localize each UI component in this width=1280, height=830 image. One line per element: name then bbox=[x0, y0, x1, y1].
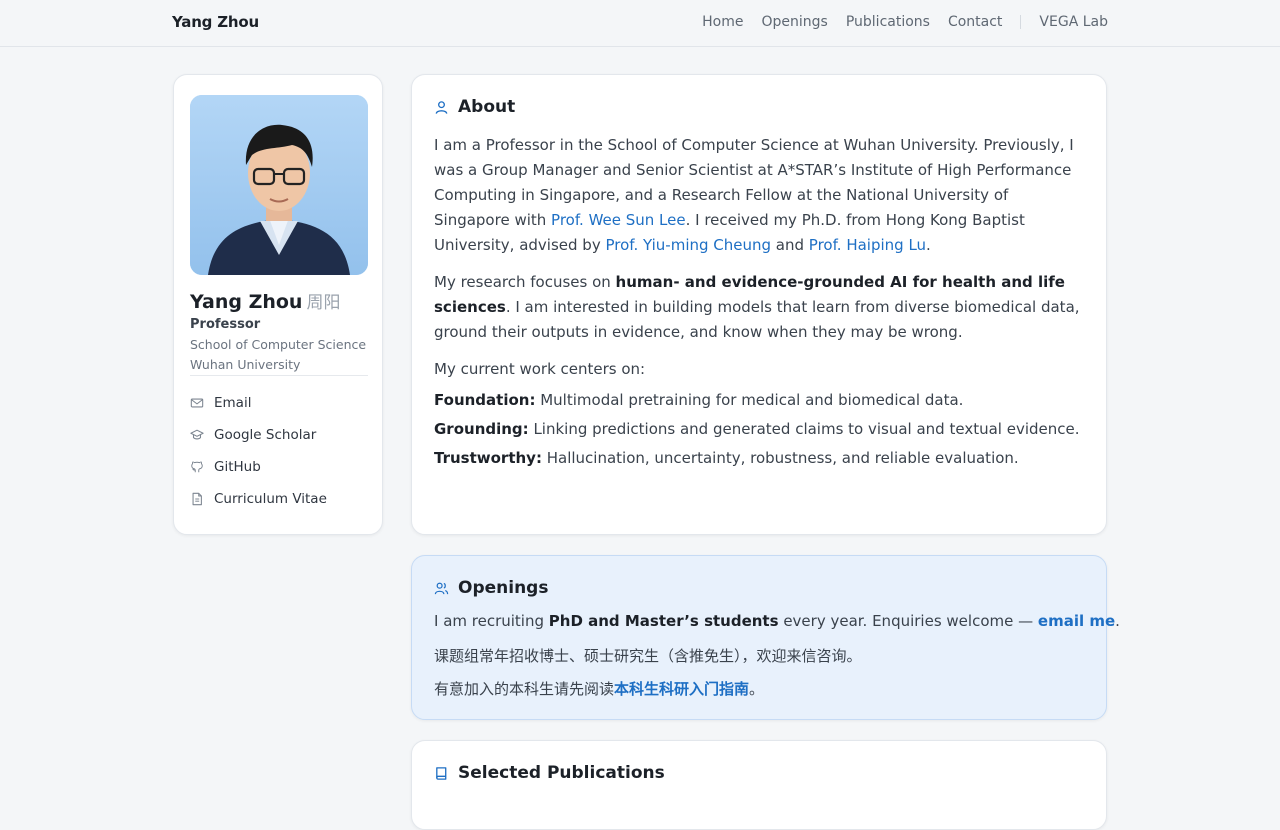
nav-home[interactable]: Home bbox=[702, 14, 743, 30]
undergrad-guide-link[interactable]: 本科生科研入门指南 bbox=[614, 680, 749, 698]
graduation-cap-icon bbox=[190, 429, 204, 440]
openings-line-1: I am recruiting PhD and Master’s student… bbox=[434, 612, 1120, 630]
github-icon bbox=[191, 461, 203, 473]
book-icon bbox=[436, 766, 447, 780]
nav-publications[interactable]: Publications bbox=[846, 14, 930, 30]
profile-photo bbox=[190, 95, 368, 275]
nav-openings[interactable]: Openings bbox=[761, 14, 827, 30]
about-paragraph-2: My research focuses on human- and eviden… bbox=[434, 273, 1080, 341]
profile-name-cn: 周阳 bbox=[306, 293, 341, 313]
about-card: About I am a Professor in the School of … bbox=[411, 74, 1107, 535]
publications-title: Selected Publications bbox=[434, 763, 665, 783]
focus-grounding: Grounding: Linking predictions and gener… bbox=[434, 420, 1080, 438]
email-me-link[interactable]: email me bbox=[1038, 612, 1115, 630]
users-icon bbox=[434, 582, 449, 594]
openings-title: Openings bbox=[434, 578, 548, 598]
profile-divider bbox=[190, 375, 368, 376]
openings-line-3: 有意加入的本科生请先阅读本科生科研入门指南。 bbox=[434, 680, 765, 698]
focus-trustworthy: Trustworthy: Hallucination, uncertainty,… bbox=[434, 449, 1019, 467]
link-yiu-ming-cheung[interactable]: Prof. Yiu-ming Cheung bbox=[605, 236, 771, 254]
mail-icon bbox=[190, 398, 204, 408]
nav-separator bbox=[1020, 15, 1022, 29]
profile-card: Yang Zhou 周阳 Professor School of Computer… bbox=[173, 74, 383, 535]
link-wee-sun-lee[interactable]: Prof. Wee Sun Lee bbox=[551, 211, 686, 229]
profile-name: Yang Zhou 周阳 bbox=[190, 291, 341, 313]
openings-card: Openings I am recruiting PhD and Master’… bbox=[411, 555, 1120, 720]
profile-department: School of Computer Science bbox=[190, 337, 367, 352]
top-navbar: Yang Zhou Home Openings Publications Con… bbox=[0, 0, 1280, 47]
brand-link[interactable]: Yang Zhou bbox=[172, 13, 259, 31]
nav-contact[interactable]: Contact bbox=[948, 14, 1002, 30]
profile-university: Wuhan University bbox=[190, 357, 301, 372]
github-link[interactable]: GitHub bbox=[190, 459, 261, 475]
document-icon bbox=[192, 492, 202, 506]
nav-vega-lab[interactable]: VEGA Lab bbox=[1039, 14, 1108, 30]
email-link[interactable]: Email bbox=[190, 395, 251, 411]
link-haiping-lu[interactable]: Prof. Haiping Lu bbox=[809, 236, 926, 254]
about-paragraph-1: I am a Professor in the School of Comput… bbox=[434, 136, 1074, 254]
publications-card: Selected Publications bbox=[411, 740, 1107, 830]
cv-link[interactable]: Curriculum Vitae bbox=[190, 491, 327, 507]
about-title: About bbox=[434, 97, 515, 117]
profile-role: Professor bbox=[190, 317, 261, 332]
nav-menu: Home Openings Publications Contact VEGA … bbox=[684, 14, 1108, 30]
google-scholar-link[interactable]: Google Scholar bbox=[190, 427, 316, 443]
focus-foundation: Foundation: Multimodal pretraining for m… bbox=[434, 391, 964, 409]
user-icon bbox=[435, 100, 448, 114]
openings-line-2: 课题组常年招收博士、硕士研究生（含推免生），欢迎来信咨询。 bbox=[434, 647, 862, 665]
about-paragraph-3: My current work centers on: bbox=[434, 360, 646, 378]
